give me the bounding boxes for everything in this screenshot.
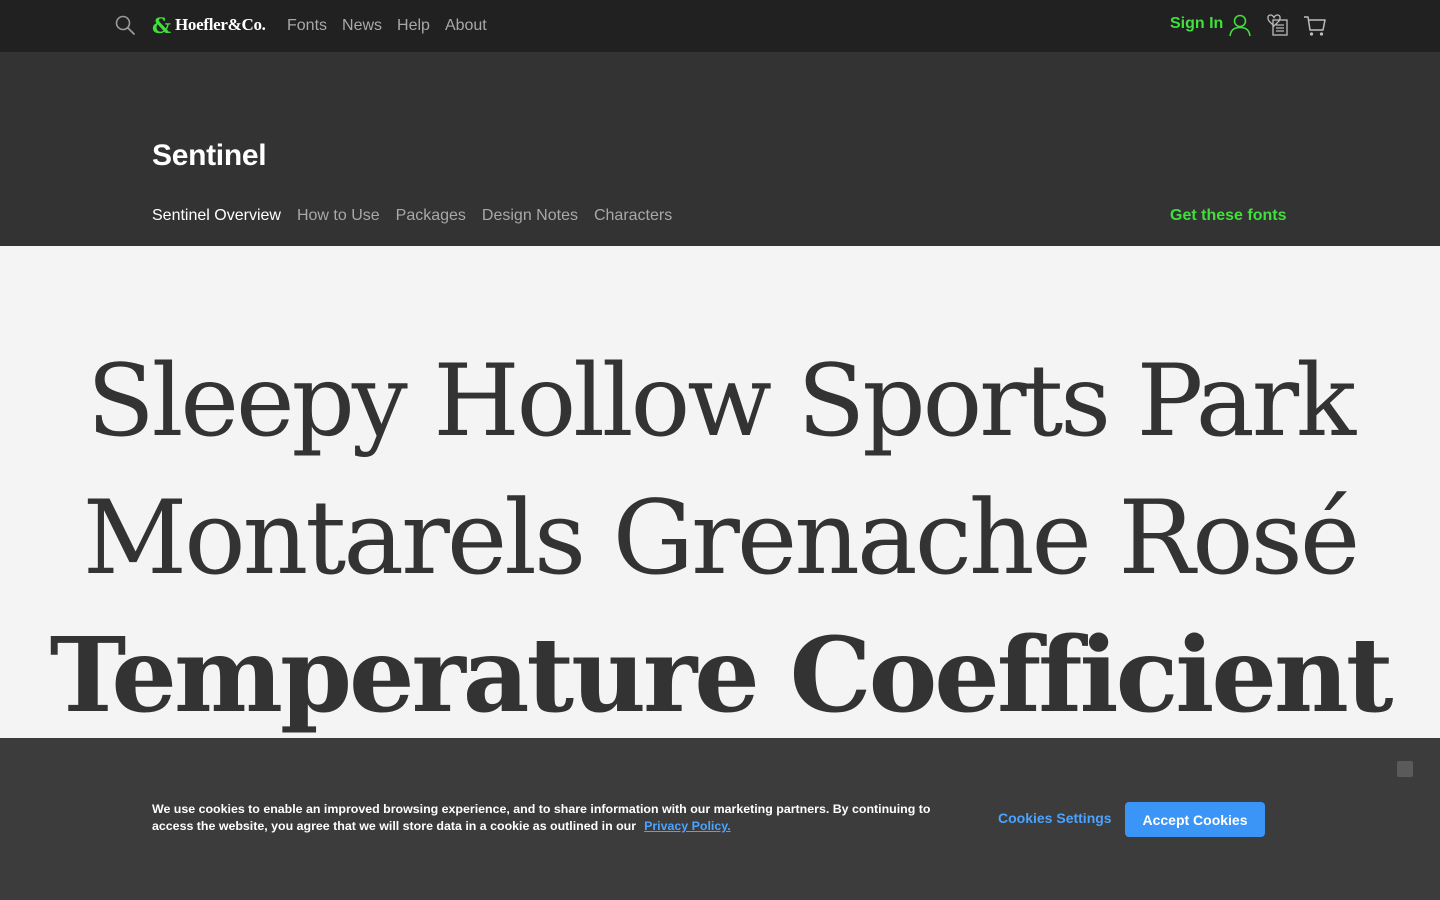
tab-packages[interactable]: Packages <box>396 207 466 225</box>
top-navigation-bar: & Hoefler&Co. Fonts News Help About Sign… <box>0 0 1440 52</box>
family-title: Sentinel <box>152 139 267 172</box>
close-icon[interactable] <box>1397 761 1413 777</box>
get-these-fonts-link[interactable]: Get these fonts <box>1170 207 1286 225</box>
brand-ampersand: & <box>152 12 171 38</box>
font-family-header: Sentinel Sentinel Overview How to Use Pa… <box>0 52 1440 246</box>
cookie-message-text: We use cookies to enable an improved bro… <box>152 802 931 833</box>
brand-name: Hoefler&Co. <box>174 15 266 34</box>
user-icon[interactable] <box>1227 12 1253 38</box>
nav-fonts[interactable]: Fonts <box>287 17 327 35</box>
tab-design-notes[interactable]: Design Notes <box>482 207 578 225</box>
brand-logo[interactable]: & Hoefler&Co. <box>152 13 266 37</box>
privacy-policy-link[interactable]: Privacy Policy. <box>644 819 731 833</box>
main-nav: Fonts News Help About <box>287 0 487 52</box>
tab-characters[interactable]: Characters <box>594 207 672 225</box>
nav-news[interactable]: News <box>342 17 382 35</box>
specimen-line: Montarels Grenache Rosé <box>82 479 1360 598</box>
cart-icon[interactable] <box>1302 12 1328 38</box>
accept-cookies-button[interactable]: Accept Cookies <box>1125 802 1265 837</box>
sign-in-link[interactable]: Sign In <box>1170 15 1223 33</box>
cookie-banner: We use cookies to enable an improved bro… <box>0 738 1440 900</box>
family-subnav: Sentinel Overview How to Use Packages De… <box>152 207 672 225</box>
favorites-icon[interactable] <box>1264 12 1290 38</box>
specimen-line: Temperature Coefficient <box>49 615 1394 736</box>
nav-help[interactable]: Help <box>397 17 430 35</box>
cookies-settings-button[interactable]: Cookies Settings <box>998 810 1112 826</box>
type-specimen: Sleepy Hollow Sports Park Montarels Gren… <box>0 246 1440 738</box>
tab-how-to-use[interactable]: How to Use <box>297 207 380 225</box>
search-icon[interactable] <box>114 14 136 36</box>
tab-sentinel-overview[interactable]: Sentinel Overview <box>152 207 281 225</box>
cookie-message: We use cookies to enable an improved bro… <box>152 801 952 835</box>
specimen-line: Sleepy Hollow Sports Park <box>86 344 1356 459</box>
nav-about[interactable]: About <box>445 17 487 35</box>
